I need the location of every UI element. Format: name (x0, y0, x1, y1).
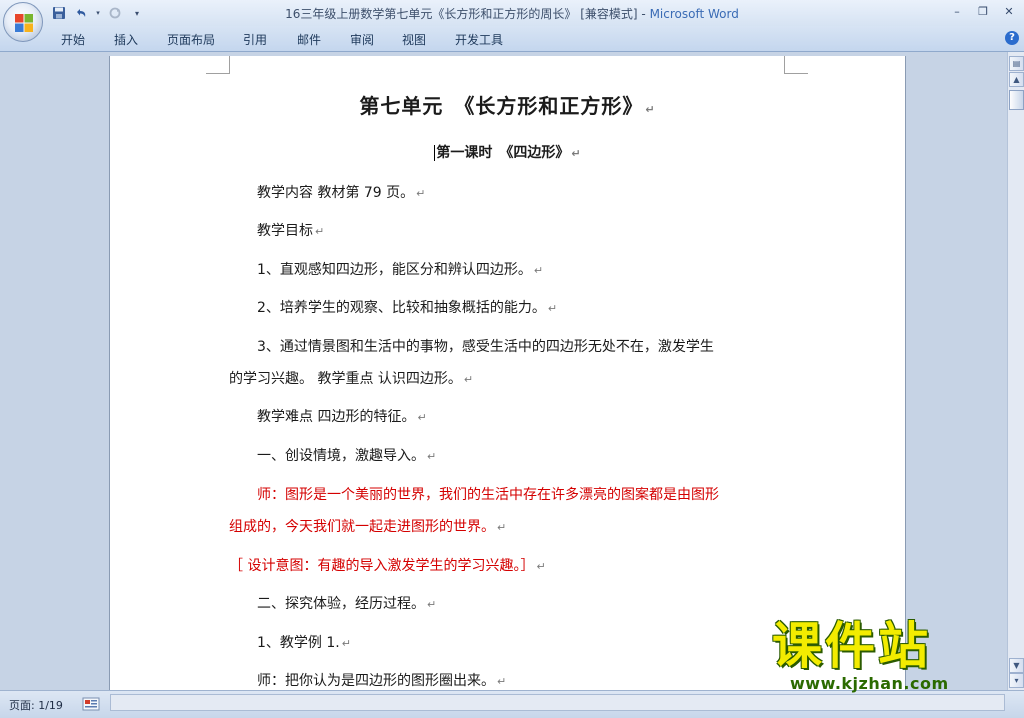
paragraph: 2、培养学生的观察、比较和抽象概括的能力。 ↵ (257, 300, 558, 316)
watermark: 课件站 www.kjzhan.com (772, 618, 1008, 696)
help-icon: ? (1009, 32, 1015, 43)
close-icon: ✕ (1004, 4, 1014, 18)
paragraph: 教学目标 ↵ (257, 223, 325, 239)
document-heading: 第七单元 《长方形和正方形》 ↵ (359, 94, 656, 118)
window-controls: – ❐ ✕ (946, 2, 1020, 20)
arrow-up-icon: ▲ (1013, 75, 1020, 84)
paragraph: 师：把你认为是四边形的图形圈出来。 ↵ (257, 673, 507, 689)
minimize-button[interactable]: – (946, 2, 968, 20)
margin-corner-top-left (206, 56, 230, 74)
tab-home[interactable]: 开始 (61, 31, 85, 48)
scroll-thumb[interactable] (1009, 90, 1024, 110)
title-bar: ▾ ▾ 16三年级上册数学第七单元《长方形和正方形的周长》 [兼容模式] - M… (0, 0, 1024, 26)
ribbon-tab-bar: 开始 插入 页面布局 引用 邮件 审阅 视图 开发工具 ? (0, 26, 1024, 52)
tab-mailings[interactable]: 邮件 (297, 31, 321, 48)
page-number-status[interactable]: 页面: 1/19 (9, 697, 63, 713)
office-logo-icon (15, 14, 33, 32)
tab-view[interactable]: 视图 (402, 31, 426, 48)
minimize-icon: – (954, 4, 960, 18)
language-icon[interactable] (82, 697, 100, 711)
ruler-toggle-button[interactable]: ▤ (1009, 56, 1024, 71)
paragraph: 教学内容 教材第 79 页。 ↵ (257, 185, 426, 201)
tab-review[interactable]: 审阅 (350, 31, 374, 48)
design-note: ［ 设计意图：有趣的导入激发学生的学习兴趣。］ ↵ (229, 558, 546, 574)
paragraph: 1、直观感知四边形，能区分和辨认四边形。 ↵ (257, 262, 544, 278)
watermark-title: 课件站 (772, 617, 931, 675)
watermark-url: www.kjzhan.com (790, 674, 949, 693)
margin-corner-top-right (784, 56, 808, 74)
paragraph-highlight: 师：图形是一个美丽的世界，我们的生活中存在许多漂亮的图案都是由图形 (257, 487, 719, 503)
tab-developer[interactable]: 开发工具 (455, 31, 503, 48)
help-button[interactable]: ? (1005, 31, 1019, 45)
ruler-icon: ▤ (1012, 59, 1021, 68)
document-page[interactable]: 第七单元 《长方形和正方形》 ↵ 第一课时 《四边形》 ↵ 教学内容 教材第 79 … (110, 56, 905, 690)
tab-insert[interactable]: 插入 (114, 31, 138, 48)
paragraph-highlight: 组成的，今天我们就一起走进图形的世界。 ↵ (229, 519, 507, 535)
double-arrow-down-icon: ▾ (1014, 676, 1019, 685)
tab-page-layout[interactable]: 页面布局 (167, 31, 215, 48)
window-title: 16三年级上册数学第七单元《长方形和正方形的周长》 [兼容模式] - Micro… (285, 7, 739, 21)
restore-button[interactable]: ❐ (972, 2, 994, 20)
document-workspace[interactable]: 第七单元 《长方形和正方形》 ↵ 第一课时 《四边形》 ↵ 教学内容 教材第 79 … (0, 52, 1007, 690)
close-button[interactable]: ✕ (998, 2, 1020, 20)
paragraph: 的学习兴趣。 教学重点 认识四边形。 ↵ (229, 371, 474, 387)
paragraph: 一、创设情境，激趣导入。 ↵ (257, 448, 437, 464)
vertical-scrollbar[interactable]: ▤ ▲ ▼ ▾ (1007, 52, 1024, 690)
paragraph: 二、探究体验，经历过程。 ↵ (257, 596, 437, 612)
scroll-down-button[interactable]: ▼ (1009, 658, 1024, 673)
restore-icon: ❐ (978, 4, 988, 18)
tab-references[interactable]: 引用 (243, 31, 267, 48)
paragraph: 3、通过情景图和生活中的事物，感受生活中的四边形无处不在，激发学生 (257, 339, 714, 355)
paragraph: 1、教学例 1. ↵ (257, 635, 351, 651)
office-button[interactable] (3, 2, 43, 42)
arrow-down-icon: ▼ (1013, 661, 1020, 670)
scroll-up-button[interactable]: ▲ (1009, 72, 1024, 87)
paragraph: 教学难点 四边形的特征。 ↵ (257, 409, 427, 425)
next-page-button[interactable]: ▾ (1009, 673, 1024, 688)
horizontal-scrollbar[interactable] (110, 694, 1005, 711)
lesson-heading: 第一课时 《四边形》 ↵ (434, 145, 581, 161)
